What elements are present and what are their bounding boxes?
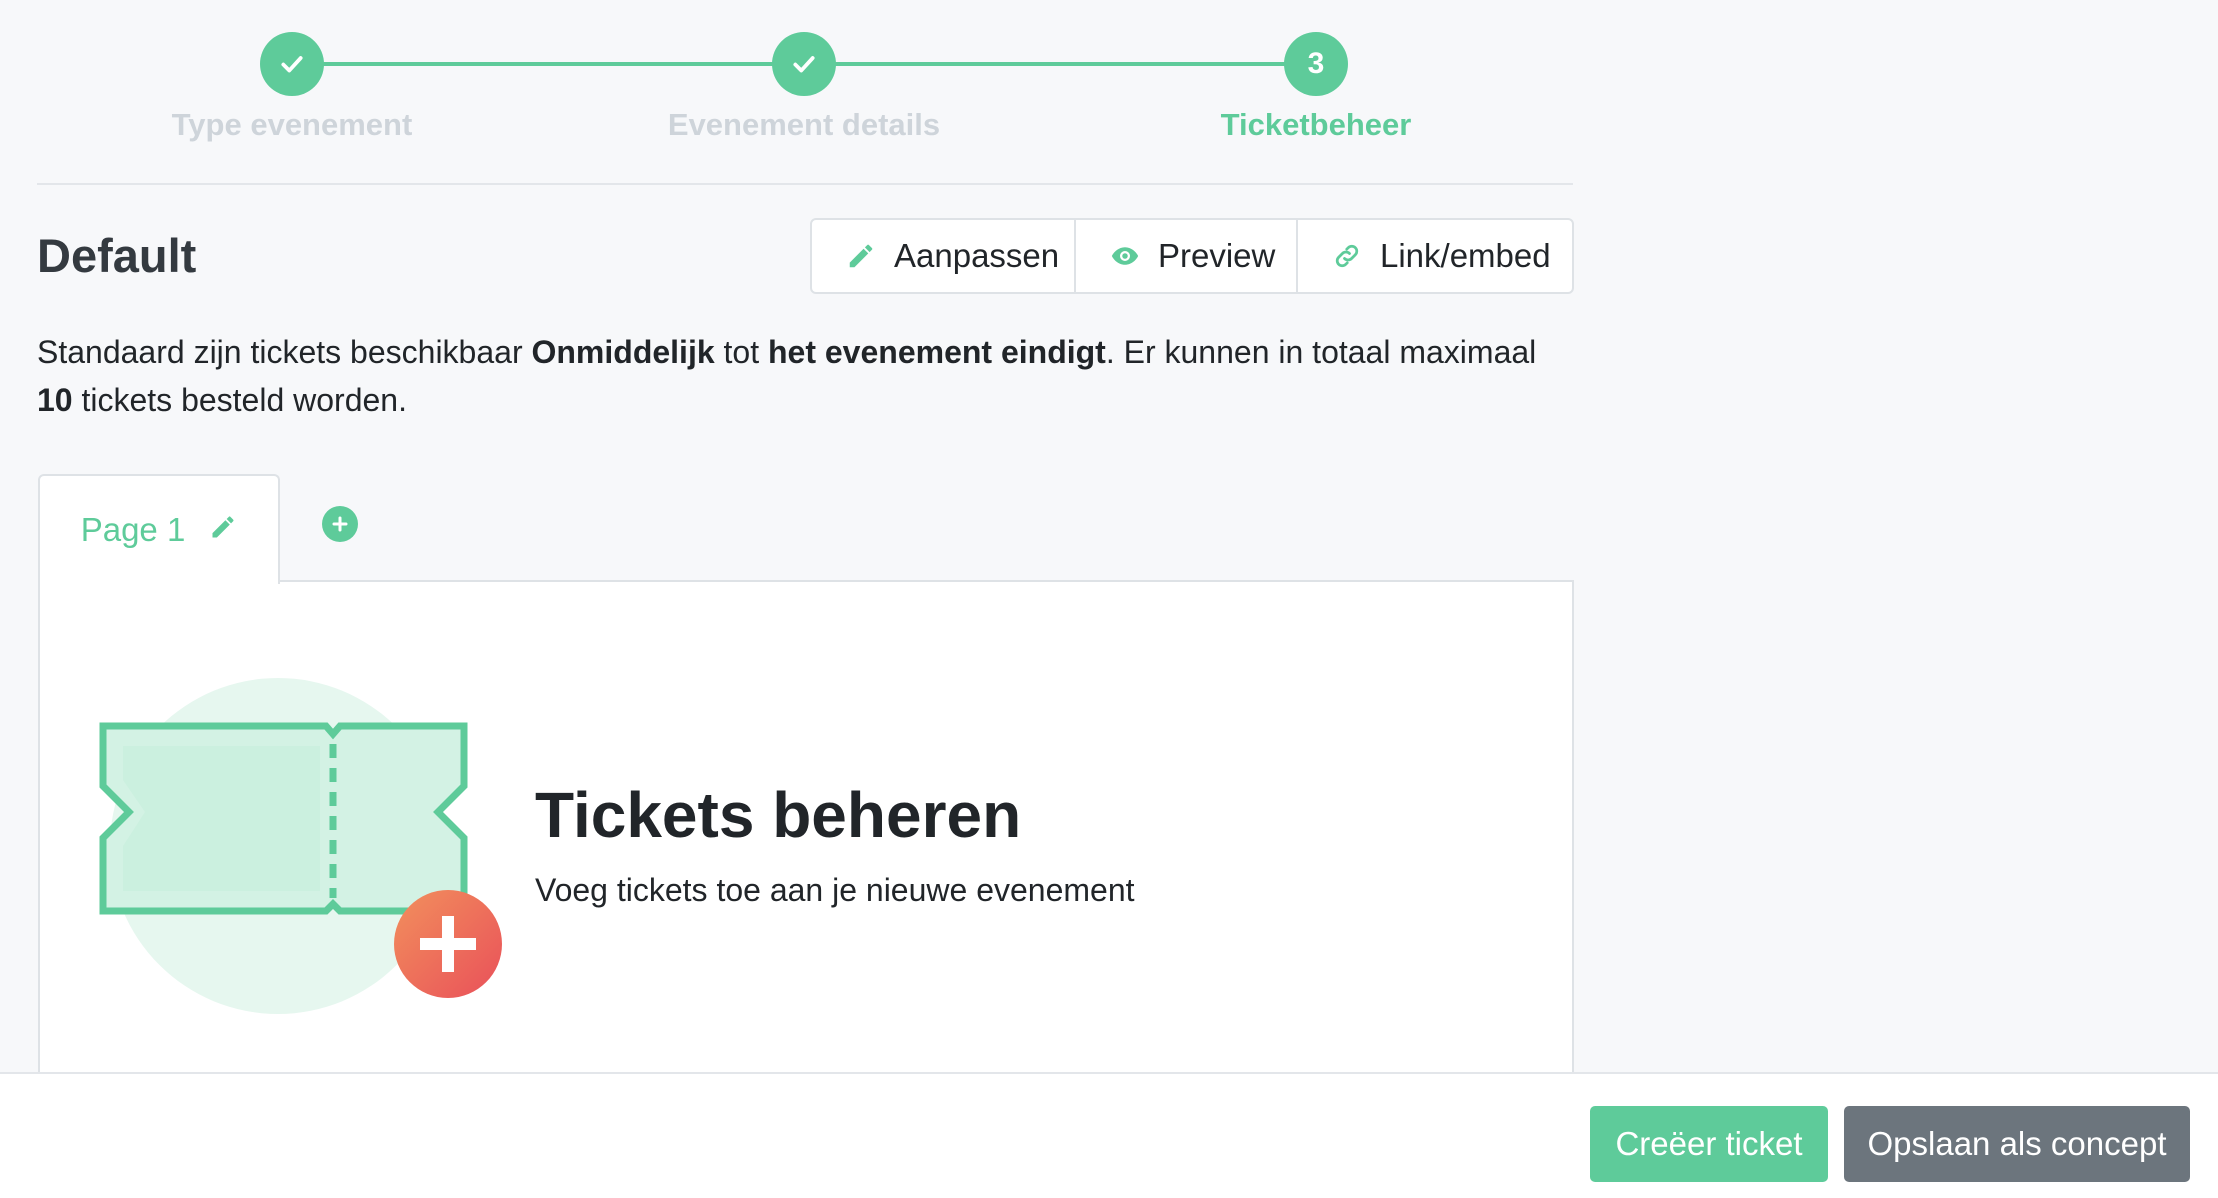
availability-info: Standaard zijn tickets beschikbaar Onmid…: [37, 328, 1597, 424]
edit-button[interactable]: Aanpassen: [812, 220, 1076, 292]
step-connector: [804, 62, 1316, 66]
info-text: tot: [714, 334, 768, 370]
check-icon: [281, 56, 303, 73]
info-max-count: 10: [37, 382, 73, 418]
divider: [37, 183, 1573, 185]
edit-button-label: Aanpassen: [894, 237, 1060, 274]
link-embed-button-label: Link/embed: [1380, 237, 1551, 274]
plus-circle-icon: [332, 516, 348, 532]
page: Type evenement Evenement details 3 Ticke…: [0, 0, 2218, 1198]
empty-state-title: Tickets beheren: [535, 779, 1022, 851]
step-check-marker: [260, 32, 324, 96]
pencil-icon: [846, 241, 876, 271]
save-draft-button[interactable]: Opslaan als concept: [1844, 1106, 2190, 1182]
create-ticket-button[interactable]: Creëer ticket: [1590, 1106, 1828, 1182]
step-connector: [292, 62, 804, 66]
info-text: tickets besteld worden.: [72, 382, 407, 418]
tab-page-1[interactable]: Page 1: [38, 474, 280, 584]
info-end: het evenement eindigt: [767, 334, 1106, 370]
link-embed-button[interactable]: Link/embed: [1298, 220, 1572, 292]
step-number: 3: [1284, 32, 1348, 96]
stepper: Type evenement Evenement details 3 Ticke…: [0, 0, 1572, 150]
empty-state-subtitle: Voeg tickets toe aan je nieuwe evenement: [535, 872, 1135, 908]
info-text: . Er kunnen in totaal maximaal: [1105, 334, 1537, 370]
step-label: Ticketbeheer: [1220, 107, 1412, 142]
info-start: Onmiddelijk: [531, 334, 715, 370]
link-icon: [1332, 241, 1362, 271]
tab-label: Page 1: [80, 511, 186, 548]
ticket-plus-illustration: [99, 678, 502, 1014]
step-label: Type evenement: [171, 107, 413, 142]
pencil-icon[interactable]: [209, 511, 237, 549]
step-check-marker: [772, 32, 836, 96]
check-icon: [793, 56, 815, 73]
eye-icon: [1110, 241, 1140, 271]
preview-button-label: Preview: [1158, 237, 1276, 274]
action-button-group: Aanpassen Preview Link/embed: [810, 218, 1574, 294]
page-title: Default: [37, 229, 197, 282]
step-label: Evenement details: [667, 107, 941, 142]
info-text: Standaard zijn tickets beschikbaar: [37, 334, 532, 370]
add-page-button[interactable]: [322, 506, 358, 542]
preview-button[interactable]: Preview: [1076, 220, 1298, 292]
